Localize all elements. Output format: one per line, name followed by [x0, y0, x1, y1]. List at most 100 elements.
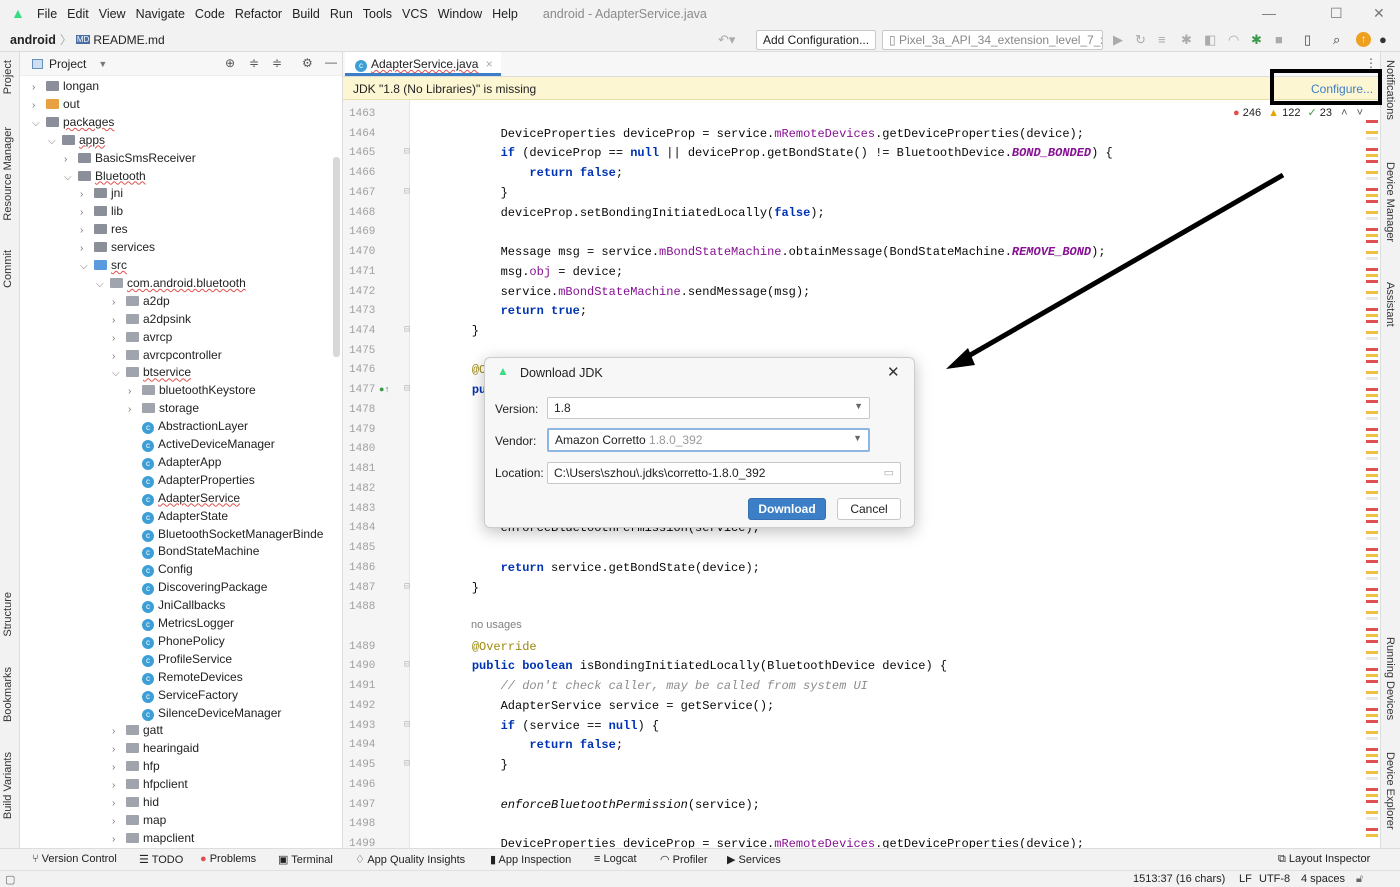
tree-item-servicefactory[interactable]: c ServiceFactory	[128, 686, 238, 704]
error-stripe-mark[interactable]	[1366, 451, 1378, 454]
error-stripe-mark[interactable]	[1366, 514, 1378, 517]
error-stripe-mark[interactable]	[1366, 171, 1378, 174]
tool-build-variants[interactable]: Build Variants	[2, 752, 14, 819]
tool-notifications[interactable]: Notifications	[1384, 60, 1396, 120]
tree-item-avrcp[interactable]: › avrcp	[112, 328, 172, 346]
tree-item-btservice[interactable]: ⌵ btservice	[112, 363, 191, 381]
error-stripe-mark[interactable]	[1366, 411, 1378, 414]
fold-icon[interactable]: ⊟	[404, 143, 410, 163]
close-window-button[interactable]: ✕	[1373, 5, 1385, 22]
version-dropdown[interactable]: 1.8 ▼	[547, 397, 870, 419]
tool-app-quality-insights[interactable]: ♢ App Quality Insights	[355, 853, 465, 866]
previous-highlight-icon[interactable]: ˄	[1341, 107, 1347, 119]
error-stripe-mark[interactable]	[1366, 474, 1378, 477]
locate-icon[interactable]: ⊕	[225, 56, 235, 70]
tool-app-inspection[interactable]: ▮ App Inspection	[490, 853, 571, 866]
add-configuration-button[interactable]: Add Configuration...	[756, 30, 877, 50]
error-stripe-mark[interactable]	[1366, 697, 1378, 700]
device-selector[interactable]: ▯ Pixel_3a_API_34_extension_level_7_x...	[882, 30, 1103, 50]
tree-item-hfp[interactable]: › hfp	[112, 757, 160, 775]
error-stripe-mark[interactable]	[1366, 320, 1378, 323]
error-stripe-mark[interactable]	[1366, 834, 1378, 837]
error-stripe-mark[interactable]	[1366, 794, 1378, 797]
error-stripe-mark[interactable]	[1366, 177, 1378, 180]
tree-item-a2dp[interactable]: › a2dp	[112, 292, 170, 310]
tool-resource-manager[interactable]: Resource Manager	[2, 127, 14, 221]
error-stripe-mark[interactable]	[1366, 417, 1378, 420]
error-stripe-mark[interactable]	[1366, 628, 1378, 631]
error-stripe-mark[interactable]	[1366, 811, 1378, 814]
error-stripe-mark[interactable]	[1366, 188, 1378, 191]
tool-device-manager[interactable]: Device Manager	[1384, 162, 1396, 242]
project-view-selector[interactable]: Project	[49, 57, 86, 71]
tree-item-adapterservice[interactable]: c AdapterService	[128, 489, 240, 507]
location-field[interactable]: C:\Users\szhou\.jdks\corretto-1.8.0_392 ▭	[547, 462, 901, 484]
tree-item-longan[interactable]: › longan	[32, 77, 99, 95]
tree-item-metricslogger[interactable]: c MetricsLogger	[128, 614, 234, 632]
tree-item-mapclient[interactable]: › mapclient	[112, 829, 194, 847]
error-stripe-mark[interactable]	[1366, 520, 1378, 523]
tool-profiler[interactable]: ◠ Profiler	[660, 853, 708, 866]
chevron-down-icon[interactable]: ⌵	[96, 276, 108, 294]
vcs-back-icon[interactable]: ↶▾	[718, 32, 735, 48]
error-stripe-mark[interactable]	[1366, 371, 1378, 374]
folder-icon[interactable]: ▭	[884, 466, 894, 479]
error-stripe-mark[interactable]	[1366, 708, 1378, 711]
fold-icon[interactable]: ⊟	[404, 755, 410, 775]
error-stripe-mark[interactable]	[1366, 120, 1378, 123]
error-stripe-mark[interactable]	[1366, 268, 1378, 271]
stop-icon[interactable]: ■	[1275, 32, 1283, 47]
error-stripe-mark[interactable]	[1366, 257, 1378, 260]
tool-running-devices[interactable]: Running Devices	[1384, 637, 1396, 720]
attach-icon[interactable]: ✱	[1251, 32, 1262, 48]
maximize-button[interactable]: ☐	[1330, 5, 1343, 22]
collapse-all-icon[interactable]: ≑	[272, 56, 282, 70]
error-stripe-mark[interactable]	[1366, 588, 1378, 591]
error-stripe-mark[interactable]	[1366, 200, 1378, 203]
error-stripe-mark[interactable]	[1366, 240, 1378, 243]
error-stripe[interactable]	[1366, 120, 1378, 840]
chevron-down-icon[interactable]: ⌵	[48, 133, 60, 151]
fold-icon[interactable]: ⊟	[404, 321, 410, 341]
tool-structure[interactable]: Structure	[2, 592, 14, 637]
attach-debugger-icon[interactable]: ◧	[1204, 32, 1216, 48]
error-stripe-mark[interactable]	[1366, 611, 1378, 614]
tree-item-lib[interactable]: › lib	[80, 202, 123, 220]
tool-logcat[interactable]: ≡ Logcat	[594, 853, 637, 865]
error-stripe-mark[interactable]	[1366, 348, 1378, 351]
error-stripe-mark[interactable]	[1366, 828, 1378, 831]
menu-file[interactable]: File	[32, 7, 62, 21]
error-stripe-mark[interactable]	[1366, 617, 1378, 620]
error-stripe-mark[interactable]	[1366, 748, 1378, 751]
tree-item-jnicallbacks[interactable]: c JniCallbacks	[128, 596, 225, 614]
error-stripe-mark[interactable]	[1366, 577, 1378, 580]
tree-item-adapterstate[interactable]: c AdapterState	[128, 507, 228, 525]
tree-item-avrcpcontroller[interactable]: › avrcpcontroller	[112, 346, 222, 364]
chevron-right-icon[interactable]: ›	[112, 831, 124, 849]
tool-terminal[interactable]: ▣ Terminal	[278, 853, 333, 866]
error-stripe-mark[interactable]	[1366, 228, 1378, 231]
error-stripe-mark[interactable]	[1366, 720, 1378, 723]
error-stripe-mark[interactable]	[1366, 497, 1378, 500]
error-stripe-mark[interactable]	[1366, 760, 1378, 763]
apply-changes-icon[interactable]: ↻	[1135, 32, 1146, 48]
tree-item-phonepolicy[interactable]: c PhonePolicy	[128, 632, 225, 650]
tree-item-gatt[interactable]: › gatt	[112, 721, 163, 739]
download-button[interactable]: Download	[748, 498, 826, 520]
tree-item-remotedevices[interactable]: c RemoteDevices	[128, 668, 243, 686]
update-icon[interactable]: ↑	[1356, 32, 1371, 47]
error-stripe-mark[interactable]	[1366, 360, 1378, 363]
panel-toggle-icon[interactable]: ▢	[5, 873, 15, 886]
fold-icon[interactable]: ⊟	[404, 656, 410, 676]
override-gutter-icon[interactable]: ●↑	[379, 380, 390, 400]
profiler-icon[interactable]: ◠	[1228, 32, 1239, 48]
chevron-down-icon[interactable]: ⌵	[80, 258, 92, 276]
error-stripe-mark[interactable]	[1366, 434, 1378, 437]
configure-link[interactable]: Configure...	[1311, 82, 1373, 96]
tree-item-bluetooth[interactable]: ⌵ Bluetooth	[64, 167, 146, 185]
expand-all-icon[interactable]: ≑	[249, 56, 259, 70]
error-stripe-mark[interactable]	[1366, 640, 1378, 643]
error-stripe-mark[interactable]	[1366, 354, 1378, 357]
error-stripe-mark[interactable]	[1366, 211, 1378, 214]
device-manager-icon[interactable]: ▯	[1304, 32, 1311, 48]
